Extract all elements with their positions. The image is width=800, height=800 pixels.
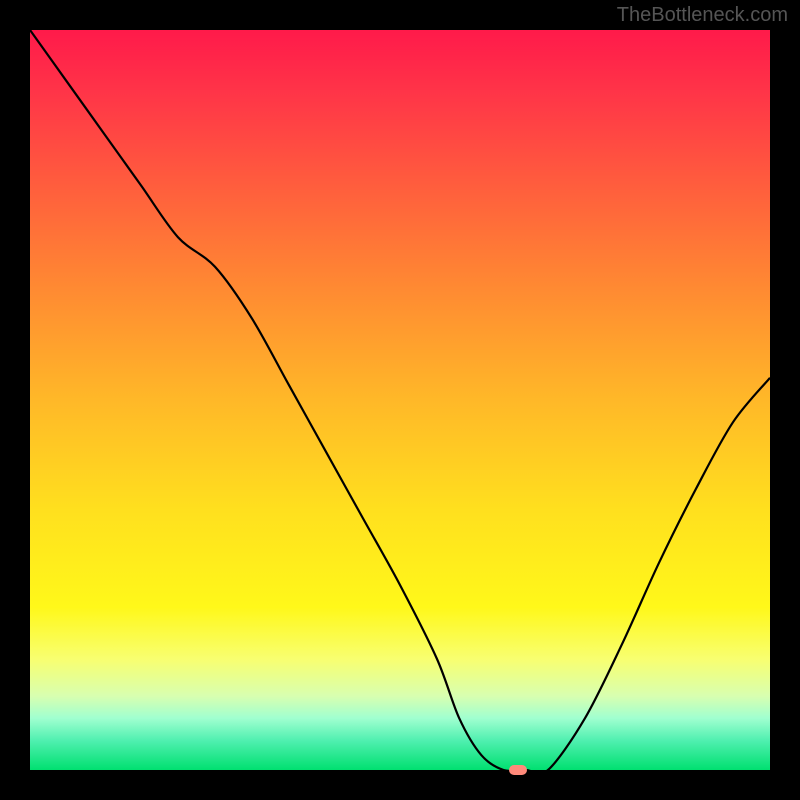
bottleneck-curve	[30, 30, 770, 770]
chart-plot-area	[30, 30, 770, 770]
optimal-point-marker	[509, 765, 527, 775]
watermark-text: TheBottleneck.com	[617, 4, 788, 27]
